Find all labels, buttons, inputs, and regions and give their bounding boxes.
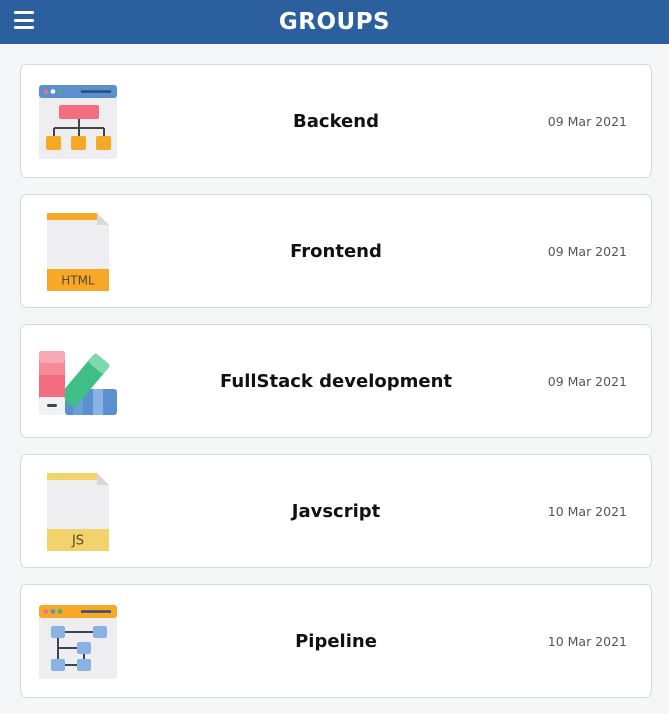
group-card-frontend[interactable]: HTML Frontend 09 Mar 2021 [20, 194, 652, 308]
js-file-icon: JS [47, 473, 109, 551]
group-date: 09 Mar 2021 [547, 373, 627, 389]
html-file-icon: HTML [47, 213, 109, 291]
group-name: Backend [293, 110, 379, 132]
group-name: Pipeline [295, 630, 377, 652]
group-card-pipeline[interactable]: Pipeline 10 Mar 2021 [20, 584, 652, 698]
color-palette-icon [39, 351, 117, 415]
backend-hierarchy-icon [39, 85, 117, 159]
js-label: JS [71, 534, 84, 549]
group-date: 10 Mar 2021 [547, 503, 627, 519]
group-name: FullStack development [219, 370, 452, 392]
group-card-fullstack[interactable]: FullStack development 09 Mar 2021 [20, 324, 652, 438]
group-date: 10 Mar 2021 [547, 633, 627, 649]
group-card-backend[interactable]: Backend 09 Mar 2021 [20, 64, 652, 178]
group-card-javscript[interactable]: JS Javscript 10 Mar 2021 [20, 454, 652, 568]
html-label: HTML [61, 274, 95, 288]
app-header: GROUPS [0, 0, 669, 44]
group-date: 09 Mar 2021 [547, 243, 627, 259]
hamburger-menu-icon[interactable] [14, 11, 34, 29]
group-name: Javscript [291, 500, 381, 522]
group-date: 09 Mar 2021 [547, 113, 627, 129]
group-list: Backend 09 Mar 2021 HTML Frontend 09 Mar… [20, 64, 652, 714]
page-title: GROUPS [278, 9, 391, 35]
group-name: Frontend [290, 240, 382, 262]
pipeline-flow-icon [39, 605, 117, 679]
